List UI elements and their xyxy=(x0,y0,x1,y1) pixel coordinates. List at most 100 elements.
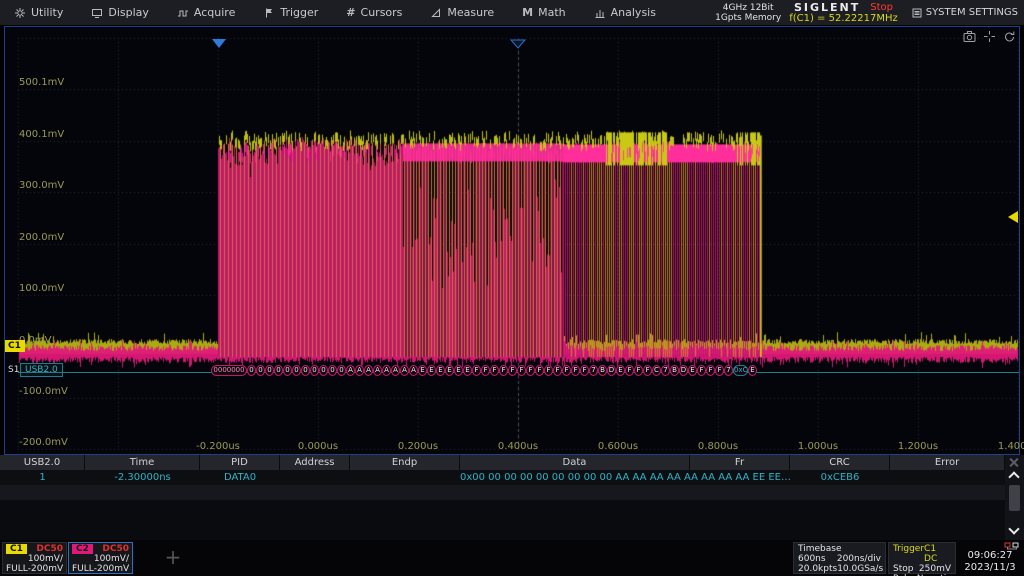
decode-byte-bubble: A xyxy=(364,365,373,376)
table-row[interactable]: 1-2.30000nsDATA00x00 00 00 00 00 00 00 0… xyxy=(0,470,1005,485)
rotate-refresh-icon[interactable] xyxy=(1003,30,1016,43)
timebase-scale: 200ns/div xyxy=(837,554,881,564)
decode-result-table: USB2.0TimePIDAddressEndpDataFrCRCError 1… xyxy=(0,455,1005,540)
x-axis-label: 1.400us xyxy=(998,441,1024,452)
timebase-title: Timebase xyxy=(798,544,841,554)
decode-byte-bubble: F xyxy=(634,365,643,376)
menu-display[interactable]: Display xyxy=(77,0,163,25)
decode-byte-bubble: B xyxy=(670,365,679,376)
decode-byte-bubble: C xyxy=(652,365,661,376)
table-header-cell: Time xyxy=(85,455,200,470)
decode-byte-bubble: 0 xyxy=(256,365,265,376)
clock-date: 2023/11/3 xyxy=(958,562,1022,574)
decode-byte-bubble: F xyxy=(643,365,652,376)
add-channel-button[interactable]: + xyxy=(150,542,196,574)
trigger-level-arrow[interactable] xyxy=(1008,211,1018,223)
decode-bus-badge[interactable]: USB2.0 xyxy=(20,363,63,377)
run-state[interactable]: Stop xyxy=(870,2,893,13)
y-axis-label: 300.0mV xyxy=(19,181,64,191)
channel-c1-offset-badge[interactable]: C1 xyxy=(5,340,25,352)
decode-byte-bubble: F xyxy=(706,365,715,376)
decode-byte-bubble: F xyxy=(625,365,634,376)
display-icon xyxy=(91,7,103,19)
trigger-source: C1 DC xyxy=(924,544,951,564)
c2-scale: 100mV/ xyxy=(94,554,129,564)
status-bar: C1 DC50 100mV/ FULL -200mV C2 DC50 100mV… xyxy=(0,540,1024,576)
channel-box-c2[interactable]: C2 DC50 100mV/ FULL -200mV xyxy=(68,542,133,574)
decode-byte-bubble: D xyxy=(679,365,688,376)
datetime-box[interactable]: 09:06:27 2023/11/3 xyxy=(958,542,1022,574)
trigger-flag-icon xyxy=(263,7,275,19)
c1-scale: 100mV/ xyxy=(28,554,63,564)
table-header-cell: CRC xyxy=(790,455,890,470)
memory-line1: 4GHz 12Bit xyxy=(715,3,781,13)
decode-byte-bubble: 0 xyxy=(328,365,337,376)
decode-byte-bubble: A xyxy=(346,365,355,376)
table-header-cell: Error xyxy=(890,455,1005,470)
trigger-position-marker[interactable] xyxy=(510,39,526,49)
decode-byte-bubble: F xyxy=(580,365,589,376)
y-axis-label: 100.0mV xyxy=(19,284,64,294)
menu-acquire[interactable]: Acquire xyxy=(163,0,249,25)
timebase-box[interactable]: Timebase 600ns 200ns/div 20.0kpts 10.0GS… xyxy=(793,542,886,574)
decode-byte-bubble: 0 xyxy=(292,365,301,376)
menu-measure-label: Measure xyxy=(447,6,494,19)
table-cell: DATA0 xyxy=(200,472,280,483)
table-cell: 1 xyxy=(0,472,85,483)
trigger-delay-marker[interactable] xyxy=(212,39,226,48)
brand-logo: SIGLENT xyxy=(794,2,860,13)
trigger-box[interactable]: Trigger C1 DC Stop 250mV Pulse Negative xyxy=(888,542,956,574)
trigger-title: Trigger xyxy=(893,544,924,564)
decode-byte-bubble: 0 xyxy=(319,365,328,376)
menu-bar: Utility Display Acquire Trigger # Cursor… xyxy=(0,0,1024,25)
camera-icon[interactable] xyxy=(963,30,976,43)
channel-c1-badge: C1 xyxy=(6,544,27,554)
x-axis-label: 0.000us xyxy=(298,441,338,452)
table-empty-row xyxy=(0,485,1005,500)
menu-math[interactable]: M Math xyxy=(508,0,579,25)
waveform-canvas[interactable] xyxy=(5,27,1019,454)
decode-byte-bubble: 0 xyxy=(301,365,310,376)
menu-math-label: Math xyxy=(538,6,566,19)
decode-byte-bubble: A xyxy=(373,365,382,376)
system-settings-button[interactable]: SYSTEM SETTINGS xyxy=(906,7,1018,18)
menu-analysis[interactable]: Analysis xyxy=(580,0,670,25)
menu-cursors[interactable]: # Cursors xyxy=(332,0,416,25)
menu-acquire-label: Acquire xyxy=(194,6,235,19)
decode-byte-bubble: E xyxy=(454,365,463,376)
brand-block: SIGLENT Stop f(C1) = 52.22217MHz xyxy=(789,2,898,24)
c2-coupling: DC50 xyxy=(102,544,129,554)
plot-toolbar xyxy=(963,30,1016,43)
decode-byte-bubble: F xyxy=(499,365,508,376)
cursors-icon: # xyxy=(346,6,355,19)
decode-byte-bubble: E xyxy=(445,365,454,376)
scroll-down-icon[interactable] xyxy=(1008,523,1019,534)
scrollbar-thumb[interactable] xyxy=(1009,485,1020,511)
decode-byte-bubble: F xyxy=(562,365,571,376)
menu-measure[interactable]: Measure xyxy=(416,0,508,25)
expand-cursors-icon[interactable] xyxy=(983,30,996,43)
menu-utility[interactable]: Utility xyxy=(0,0,77,25)
close-icon[interactable] xyxy=(1009,457,1019,467)
x-axis-label: 1.000us xyxy=(798,441,838,452)
decode-bubbles: 000000000000000000AAAAAAAAEEEEEEFFFFFFFF… xyxy=(211,365,757,376)
menu-utility-label: Utility xyxy=(31,6,63,19)
table-header-cell: USB2.0 xyxy=(0,455,85,470)
decode-byte-bubble: F xyxy=(517,365,526,376)
x-axis-label: -0.200us xyxy=(196,441,240,452)
decode-byte-bubble: E xyxy=(427,365,436,376)
c2-bandwidth: FULL xyxy=(72,564,94,574)
menu-trigger[interactable]: Trigger xyxy=(249,0,332,25)
table-scrollbar xyxy=(1005,455,1024,540)
channel-box-c1[interactable]: C1 DC50 100mV/ FULL -200mV xyxy=(2,542,67,574)
header-right: 4GHz 12Bit 1Gpts Memory SIGLENT Stop f(C… xyxy=(715,0,1024,25)
decode-byte-bubble: F xyxy=(472,365,481,376)
decode-byte-bubble: F xyxy=(508,365,517,376)
decode-byte-bubble: 7 xyxy=(724,365,733,376)
scroll-up-icon[interactable] xyxy=(1008,471,1019,482)
timebase-rate: 10.0GSa/s xyxy=(837,564,883,574)
decode-byte-bubble: 0 xyxy=(337,365,346,376)
table-header-cell: Address xyxy=(280,455,350,470)
decode-byte-bubble: E xyxy=(436,365,445,376)
decode-byte-bubble: 7 xyxy=(661,365,670,376)
